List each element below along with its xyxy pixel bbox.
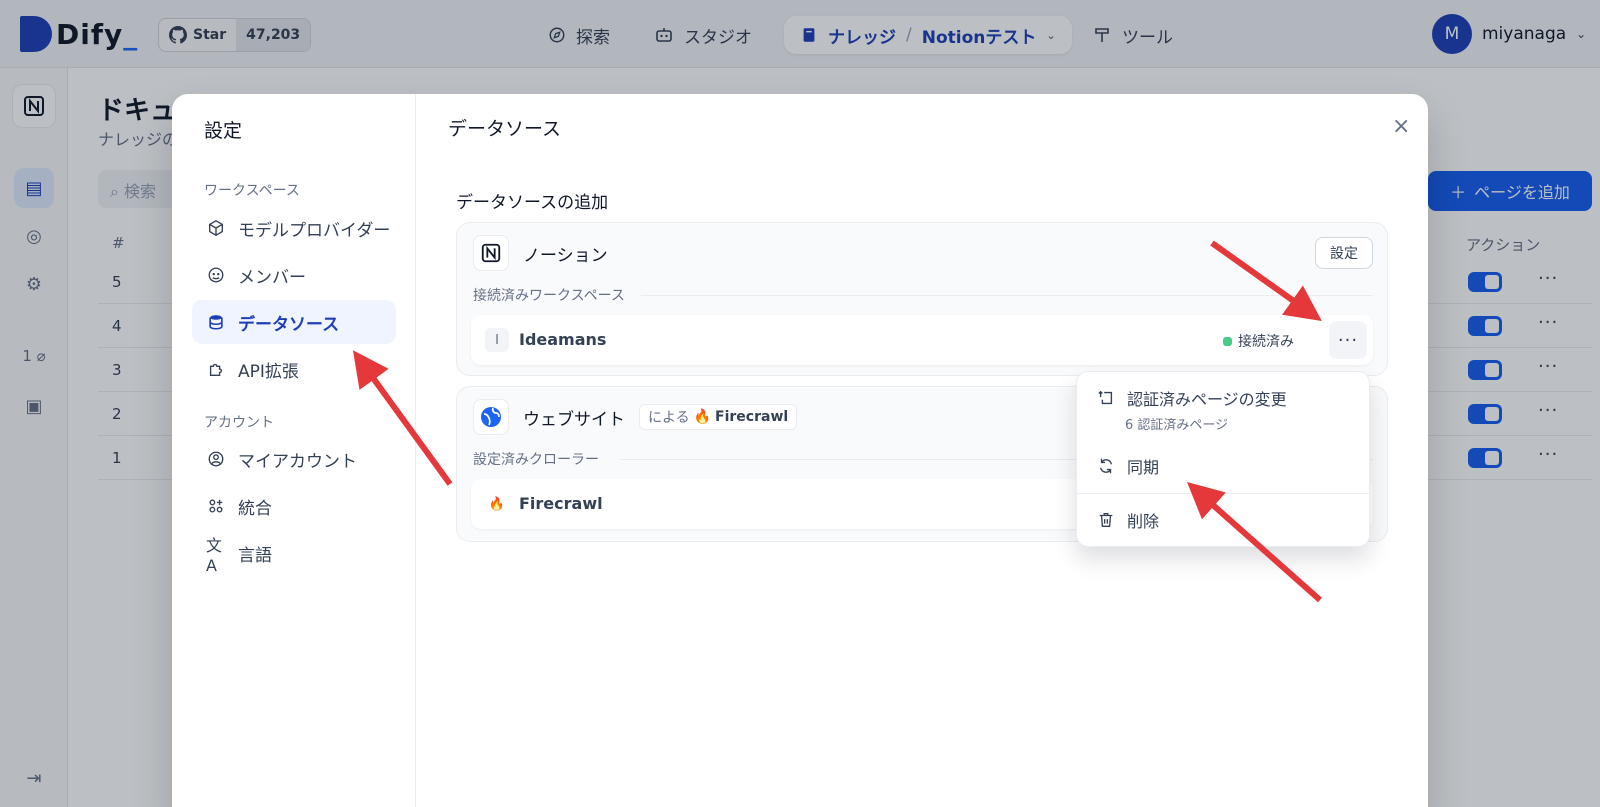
- provider-chip: による 🔥 Firecrawl: [639, 404, 798, 430]
- apps-icon: [206, 496, 226, 516]
- settings-item-my-account[interactable]: マイアカウント: [192, 437, 396, 481]
- menu-item-sync[interactable]: 同期: [1097, 454, 1159, 478]
- notion-source-card: ノーション 設定 接続済みワークスペース I Ideamans 接続済み ···: [456, 222, 1388, 376]
- refresh-icon: [1099, 458, 1113, 474]
- website-source-name: ウェブサイト: [523, 409, 625, 430]
- crawler-name: Firecrawl: [519, 494, 603, 513]
- settings-title: 設定: [204, 120, 243, 142]
- notion-settings-button[interactable]: 設定: [1315, 237, 1373, 269]
- connected-workspace-label: 接続済みワークスペース: [473, 288, 625, 304]
- notion-icon: [473, 235, 509, 271]
- settings-item-integrations[interactable]: 統合: [192, 484, 396, 528]
- settings-item-model-provider[interactable]: モデルプロバイダー: [192, 206, 396, 250]
- fire-icon: 🔥: [693, 409, 712, 425]
- notion-source-name: ノーション: [523, 245, 608, 266]
- workspace-actions-menu: 認証済みページの変更 6 認証済みページ 同期 削除: [1076, 371, 1370, 547]
- settings-item-label: メンバー: [238, 267, 306, 288]
- configured-crawler-label: 設定済みクローラー: [473, 452, 599, 468]
- settings-item-members[interactable]: メンバー: [192, 253, 396, 297]
- workspace-name: Ideamans: [519, 330, 607, 349]
- settings-item-label: データソース: [238, 314, 340, 335]
- settings-item-label: モデルプロバイダー: [238, 220, 391, 241]
- provider-by-label: による: [648, 410, 690, 426]
- account-group-label: アカウント: [204, 415, 274, 431]
- trash-icon: [1099, 513, 1113, 527]
- cube-icon: [206, 218, 226, 238]
- members-icon: [206, 265, 226, 285]
- settings-item-language[interactable]: 文A 言語: [192, 531, 396, 575]
- status-badge: 接続済み: [1238, 334, 1294, 350]
- close-icon[interactable]: ×: [1392, 114, 1410, 139]
- fire-icon: 🔥: [485, 492, 509, 516]
- menu-item-label: 削除: [1127, 512, 1160, 531]
- database-icon: [206, 312, 226, 332]
- settings-item-label: API拡張: [238, 361, 299, 382]
- menu-item-label: 同期: [1127, 458, 1160, 477]
- workspace-avatar: I: [485, 328, 509, 352]
- menu-divider: [1077, 493, 1369, 494]
- globe-icon: [473, 399, 509, 435]
- settings-item-label: 統合: [238, 498, 272, 519]
- settings-item-label: 言語: [238, 545, 272, 566]
- settings-item-api-extension[interactable]: API拡張: [192, 347, 396, 391]
- workspace-more-button[interactable]: ···: [1329, 321, 1367, 359]
- menu-item-label: 認証済みページの変更: [1127, 390, 1287, 409]
- translate-icon: 文A: [206, 535, 223, 575]
- connection-status: 接続済み: [1223, 331, 1294, 351]
- authorized-pages-count: 6 認証済みページ: [1125, 418, 1229, 433]
- add-data-source-heading: データソースの追加: [456, 193, 609, 213]
- settings-sidebar: 設定 ワークスペース モデルプロバイダー メンバー データソース API拡張 ア…: [172, 94, 416, 807]
- data-source-title: データソース: [448, 118, 562, 140]
- status-dot-icon: [1223, 336, 1232, 346]
- puzzle-icon: [206, 359, 226, 379]
- menu-item-change-pages[interactable]: 認証済みページの変更: [1097, 386, 1287, 410]
- user-circle-icon: [206, 449, 226, 469]
- settings-item-data-source[interactable]: データソース: [192, 300, 396, 344]
- workspace-row: I Ideamans 接続済み ···: [471, 315, 1373, 365]
- provider-name: Firecrawl: [715, 409, 789, 425]
- change-pages-icon: [1098, 390, 1113, 405]
- menu-item-delete[interactable]: 削除: [1097, 508, 1159, 532]
- divider: [641, 295, 1373, 296]
- workspace-group-label: ワークスペース: [204, 183, 300, 199]
- settings-item-label: マイアカウント: [238, 451, 357, 472]
